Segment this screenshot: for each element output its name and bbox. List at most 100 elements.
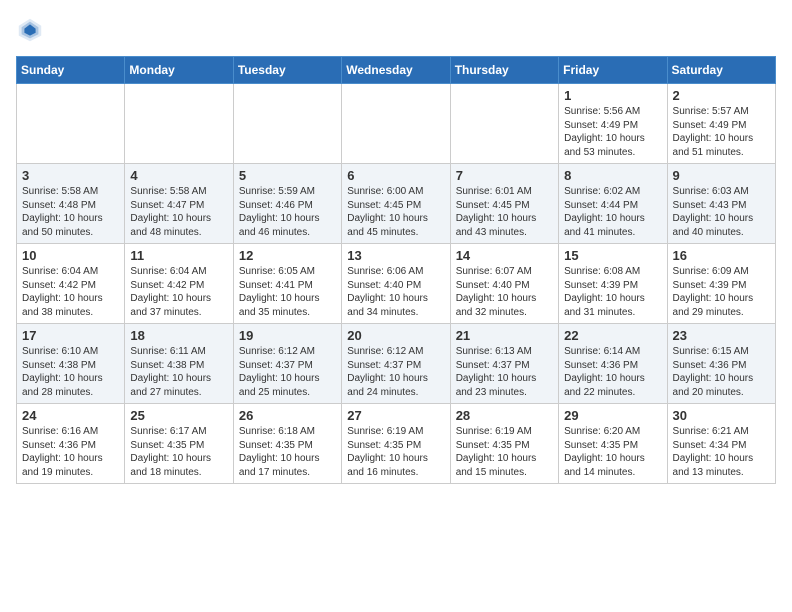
day-info: Sunrise: 6:08 AM Sunset: 4:39 PM Dayligh… xyxy=(564,265,661,319)
day-number: 10 xyxy=(22,248,119,263)
logo xyxy=(16,16,48,44)
calendar-cell: 27 Sunrise: 6:19 AM Sunset: 4:35 PM Dayli… xyxy=(342,404,450,484)
calendar-cell: 14 Sunrise: 6:07 AM Sunset: 4:40 PM Dayli… xyxy=(450,244,558,324)
day-info: Sunrise: 6:10 AM Sunset: 4:38 PM Dayligh… xyxy=(22,345,119,399)
calendar-cell: 21Sunrise: 6:13 AM Sunset: 4:37 PM Dayli… xyxy=(450,324,558,404)
calendar-week-row: 10 Sunrise: 6:04 AM Sunset: 4:42 PM Dayli… xyxy=(17,244,776,324)
weekday-header: Monday xyxy=(125,57,233,84)
day-number: 14 xyxy=(456,248,553,263)
calendar-week-row: 17 Sunrise: 6:10 AM Sunset: 4:38 PM Dayli… xyxy=(17,324,776,404)
day-info: Sunrise: 6:06 AM Sunset: 4:40 PM Dayligh… xyxy=(347,265,444,319)
day-number: 7 xyxy=(456,168,553,183)
day-info: Sunrise: 6:07 AM Sunset: 4:40 PM Dayligh… xyxy=(456,265,553,319)
day-number: 15 xyxy=(564,248,661,263)
calendar-cell: 13 Sunrise: 6:06 AM Sunset: 4:40 PM Dayli… xyxy=(342,244,450,324)
day-info: Sunrise: 6:19 AM Sunset: 4:35 PM Dayligh… xyxy=(347,425,444,479)
day-number: 1 xyxy=(564,88,661,103)
day-info: Sunrise: 6:09 AM Sunset: 4:39 PM Dayligh… xyxy=(673,265,770,319)
calendar-cell xyxy=(342,84,450,164)
day-info: Sunrise: 6:02 AM Sunset: 4:44 PM Dayligh… xyxy=(564,185,661,239)
calendar-week-row: 1 Sunrise: 5:56 AM Sunset: 4:49 PM Daylig… xyxy=(17,84,776,164)
calendar-cell: 15 Sunrise: 6:08 AM Sunset: 4:39 PM Dayli… xyxy=(559,244,667,324)
day-info: Sunrise: 6:17 AM Sunset: 4:35 PM Dayligh… xyxy=(130,425,227,479)
calendar-week-row: 3Sunrise: 5:58 AM Sunset: 4:48 PM Daylig… xyxy=(17,164,776,244)
day-number: 4 xyxy=(130,168,227,183)
day-number: 28 xyxy=(456,408,553,423)
day-number: 13 xyxy=(347,248,444,263)
calendar-cell: 11 Sunrise: 6:04 AM Sunset: 4:42 PM Dayli… xyxy=(125,244,233,324)
day-number: 5 xyxy=(239,168,336,183)
day-number: 22 xyxy=(564,328,661,343)
day-number: 23 xyxy=(673,328,770,343)
day-number: 21 xyxy=(456,328,553,343)
day-info: Sunrise: 5:58 AM Sunset: 4:47 PM Dayligh… xyxy=(130,185,227,239)
day-info: Sunrise: 5:57 AM Sunset: 4:49 PM Dayligh… xyxy=(673,105,770,159)
day-number: 11 xyxy=(130,248,227,263)
calendar-cell: 16 Sunrise: 6:09 AM Sunset: 4:39 PM Dayli… xyxy=(667,244,775,324)
logo-icon xyxy=(16,16,44,44)
calendar-cell: 19 Sunrise: 6:12 AM Sunset: 4:37 PM Dayli… xyxy=(233,324,341,404)
day-info: Sunrise: 6:15 AM Sunset: 4:36 PM Dayligh… xyxy=(673,345,770,399)
weekday-header: Sunday xyxy=(17,57,125,84)
calendar-cell: 24 Sunrise: 6:16 AM Sunset: 4:36 PM Dayli… xyxy=(17,404,125,484)
day-info: Sunrise: 6:18 AM Sunset: 4:35 PM Dayligh… xyxy=(239,425,336,479)
weekday-header: Wednesday xyxy=(342,57,450,84)
weekday-header: Thursday xyxy=(450,57,558,84)
calendar-cell: 10 Sunrise: 6:04 AM Sunset: 4:42 PM Dayli… xyxy=(17,244,125,324)
weekday-header: Saturday xyxy=(667,57,775,84)
calendar-cell: 30Sunrise: 6:21 AM Sunset: 4:34 PM Dayli… xyxy=(667,404,775,484)
day-info: Sunrise: 5:56 AM Sunset: 4:49 PM Dayligh… xyxy=(564,105,661,159)
day-info: Sunrise: 5:59 AM Sunset: 4:46 PM Dayligh… xyxy=(239,185,336,239)
day-info: Sunrise: 6:12 AM Sunset: 4:37 PM Dayligh… xyxy=(347,345,444,399)
day-info: Sunrise: 6:16 AM Sunset: 4:36 PM Dayligh… xyxy=(22,425,119,479)
day-info: Sunrise: 6:14 AM Sunset: 4:36 PM Dayligh… xyxy=(564,345,661,399)
calendar-cell: 22 Sunrise: 6:14 AM Sunset: 4:36 PM Dayli… xyxy=(559,324,667,404)
day-number: 9 xyxy=(673,168,770,183)
day-number: 27 xyxy=(347,408,444,423)
day-info: Sunrise: 6:12 AM Sunset: 4:37 PM Dayligh… xyxy=(239,345,336,399)
day-number: 3 xyxy=(22,168,119,183)
calendar-cell: 25 Sunrise: 6:17 AM Sunset: 4:35 PM Dayli… xyxy=(125,404,233,484)
day-number: 2 xyxy=(673,88,770,103)
calendar-cell: 8 Sunrise: 6:02 AM Sunset: 4:44 PM Daylig… xyxy=(559,164,667,244)
day-info: Sunrise: 6:11 AM Sunset: 4:38 PM Dayligh… xyxy=(130,345,227,399)
day-number: 25 xyxy=(130,408,227,423)
calendar-cell: 23 Sunrise: 6:15 AM Sunset: 4:36 PM Dayli… xyxy=(667,324,775,404)
weekday-header: Tuesday xyxy=(233,57,341,84)
day-number: 17 xyxy=(22,328,119,343)
day-number: 16 xyxy=(673,248,770,263)
day-info: Sunrise: 6:20 AM Sunset: 4:35 PM Dayligh… xyxy=(564,425,661,479)
day-info: Sunrise: 6:00 AM Sunset: 4:45 PM Dayligh… xyxy=(347,185,444,239)
day-info: Sunrise: 6:19 AM Sunset: 4:35 PM Dayligh… xyxy=(456,425,553,479)
day-number: 6 xyxy=(347,168,444,183)
calendar-cell: 7Sunrise: 6:01 AM Sunset: 4:45 PM Daylig… xyxy=(450,164,558,244)
calendar-cell: 28 Sunrise: 6:19 AM Sunset: 4:35 PM Dayli… xyxy=(450,404,558,484)
day-info: Sunrise: 6:04 AM Sunset: 4:42 PM Dayligh… xyxy=(130,265,227,319)
day-number: 19 xyxy=(239,328,336,343)
calendar-week-row: 24 Sunrise: 6:16 AM Sunset: 4:36 PM Dayli… xyxy=(17,404,776,484)
calendar-cell: 12 Sunrise: 6:05 AM Sunset: 4:41 PM Dayli… xyxy=(233,244,341,324)
day-number: 8 xyxy=(564,168,661,183)
calendar-cell: 20Sunrise: 6:12 AM Sunset: 4:37 PM Dayli… xyxy=(342,324,450,404)
calendar-cell: 29Sunrise: 6:20 AM Sunset: 4:35 PM Dayli… xyxy=(559,404,667,484)
weekday-header: Friday xyxy=(559,57,667,84)
calendar-cell: 17 Sunrise: 6:10 AM Sunset: 4:38 PM Dayli… xyxy=(17,324,125,404)
weekday-header-row: SundayMondayTuesdayWednesdayThursdayFrid… xyxy=(17,57,776,84)
day-number: 26 xyxy=(239,408,336,423)
calendar-cell: 6 Sunrise: 6:00 AM Sunset: 4:45 PM Daylig… xyxy=(342,164,450,244)
day-info: Sunrise: 6:04 AM Sunset: 4:42 PM Dayligh… xyxy=(22,265,119,319)
day-info: Sunrise: 6:05 AM Sunset: 4:41 PM Dayligh… xyxy=(239,265,336,319)
day-number: 24 xyxy=(22,408,119,423)
calendar-cell xyxy=(233,84,341,164)
calendar-cell: 9 Sunrise: 6:03 AM Sunset: 4:43 PM Daylig… xyxy=(667,164,775,244)
calendar-cell: 4 Sunrise: 5:58 AM Sunset: 4:47 PM Daylig… xyxy=(125,164,233,244)
day-info: Sunrise: 6:21 AM Sunset: 4:34 PM Dayligh… xyxy=(673,425,770,479)
calendar-cell xyxy=(450,84,558,164)
day-info: Sunrise: 6:03 AM Sunset: 4:43 PM Dayligh… xyxy=(673,185,770,239)
calendar-cell xyxy=(125,84,233,164)
calendar-cell: 26 Sunrise: 6:18 AM Sunset: 4:35 PM Dayli… xyxy=(233,404,341,484)
calendar-cell xyxy=(17,84,125,164)
calendar-cell: 5 Sunrise: 5:59 AM Sunset: 4:46 PM Daylig… xyxy=(233,164,341,244)
page-header xyxy=(16,16,776,44)
day-number: 12 xyxy=(239,248,336,263)
